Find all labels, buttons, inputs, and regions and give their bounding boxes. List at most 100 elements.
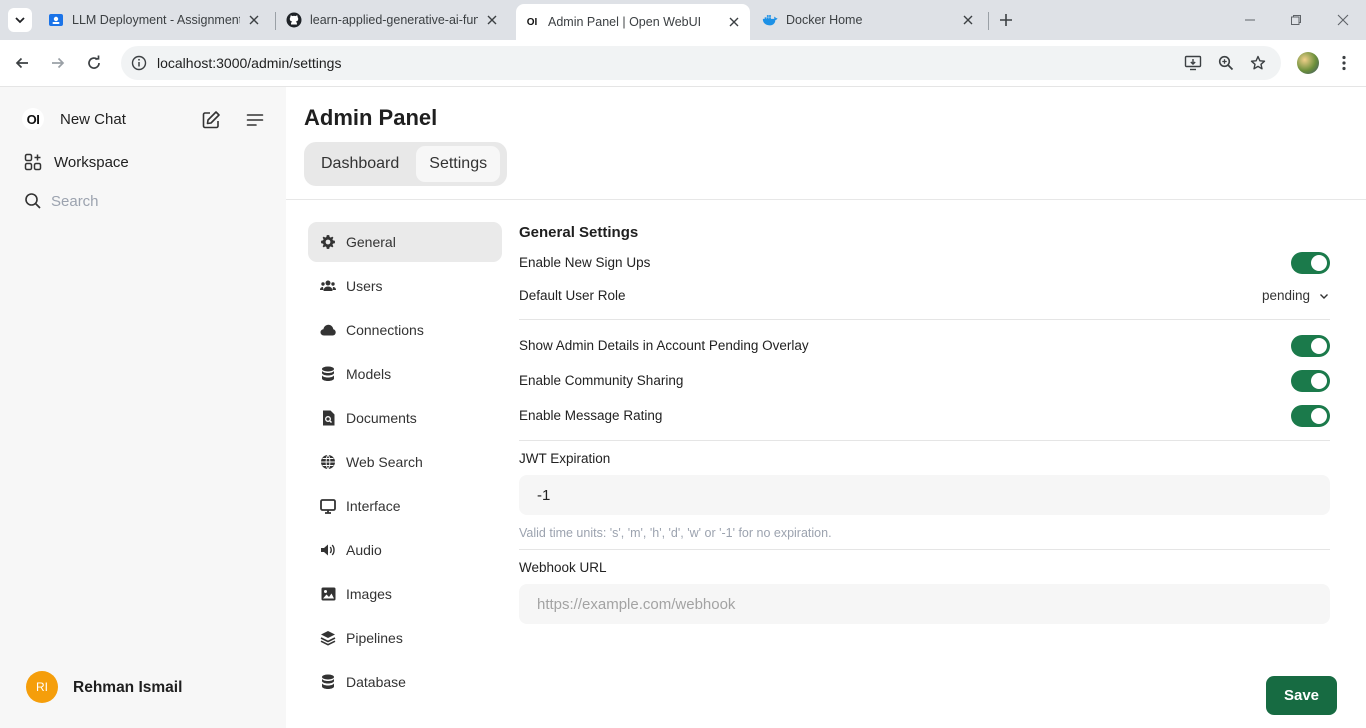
close-window-button[interactable]: [1331, 8, 1355, 32]
settings-nav-label: Models: [346, 366, 392, 382]
settings-nav-images[interactable]: Images: [308, 574, 502, 614]
section-title: General Settings: [519, 224, 639, 241]
avatar[interactable]: RI: [26, 671, 58, 703]
webhook-url-input[interactable]: https://example.com/webhook: [519, 584, 1330, 624]
close-tab-icon[interactable]: [726, 14, 742, 30]
jwt-expiration-input[interactable]: -1: [519, 475, 1330, 515]
workspace-label: Workspace: [54, 153, 129, 171]
chevron-down-icon: [15, 17, 25, 24]
speaker-icon: [320, 542, 336, 558]
address-bar[interactable]: localhost:3000/admin/settings: [121, 46, 1281, 80]
browser-tab-admin-panel[interactable]: OI Admin Panel | Open WebUI: [516, 4, 750, 40]
settings-nav-label: Users: [346, 278, 383, 294]
tab-search-dropdown-button[interactable]: [8, 8, 32, 32]
main-content: Admin Panel Dashboard Settings General U…: [286, 87, 1366, 728]
close-tab-icon[interactable]: [484, 12, 500, 28]
browser-tab-llm-deployment[interactable]: LLM Deployment - Assignment: [40, 0, 270, 40]
install-app-icon[interactable]: [1183, 53, 1203, 73]
user-name[interactable]: Rehman Ismail: [73, 679, 182, 697]
sidebar-search[interactable]: Search: [22, 190, 99, 212]
settings-nav: General Users Connections Models Documen…: [308, 222, 502, 706]
back-button[interactable]: [10, 51, 34, 75]
tab-title: Admin Panel | Open WebUI: [548, 15, 702, 29]
restore-icon: [1291, 15, 1301, 25]
webhook-url-label: Webhook URL: [519, 560, 607, 575]
tab-title: learn-applied-generative-ai-fun: [310, 13, 478, 27]
setting-enable-signups: Enable New Sign Ups: [519, 246, 1330, 279]
browser-menu-button[interactable]: [1334, 51, 1354, 75]
settings-nav-label: General: [346, 234, 396, 250]
open-webui-icon: OI: [526, 16, 538, 28]
bookmark-star-icon[interactable]: [1248, 53, 1268, 73]
cloud-icon: [320, 322, 336, 338]
reload-button[interactable]: [82, 51, 106, 75]
settings-nav-pipelines[interactable]: Pipelines: [308, 618, 502, 658]
browser-tab-github[interactable]: learn-applied-generative-ai-fun: [278, 0, 508, 40]
settings-nav-label: Interface: [346, 498, 401, 514]
edit-icon[interactable]: [200, 109, 222, 131]
restore-window-button[interactable]: [1284, 8, 1308, 32]
github-icon: [286, 12, 302, 28]
settings-nav-label: Images: [346, 586, 392, 602]
tab-title: Docker Home: [786, 13, 863, 27]
more-vertical-icon: [1342, 55, 1346, 71]
document-search-icon: [320, 410, 336, 426]
tab-title: LLM Deployment - Assignment: [72, 13, 240, 27]
settings-nav-interface[interactable]: Interface: [308, 486, 502, 526]
new-chat-button[interactable]: OI New Chat: [22, 108, 126, 130]
community-sharing-toggle[interactable]: [1291, 369, 1330, 392]
settings-nav-database[interactable]: Database: [308, 662, 502, 702]
default-role-select[interactable]: pending: [1262, 288, 1330, 303]
settings-nav-label: Documents: [346, 410, 417, 426]
message-rating-toggle[interactable]: [1291, 404, 1330, 427]
setting-show-admin-details: Show Admin Details in Account Pending Ov…: [519, 328, 1330, 363]
setting-community-sharing: Enable Community Sharing: [519, 363, 1330, 398]
close-tab-icon[interactable]: [960, 12, 976, 28]
settings-nav-models[interactable]: Models: [308, 354, 502, 394]
minimize-icon: [1245, 19, 1255, 21]
settings-nav-documents[interactable]: Documents: [308, 398, 502, 438]
settings-nav-connections[interactable]: Connections: [308, 310, 502, 350]
reload-icon: [88, 55, 100, 69]
search-icon: [22, 190, 44, 212]
profile-avatar[interactable]: [1297, 52, 1319, 74]
tab-settings[interactable]: Settings: [416, 146, 501, 182]
browser-tab-bar: LLM Deployment - Assignment learn-applie…: [0, 0, 1366, 40]
settings-nav-web-search[interactable]: Web Search: [308, 442, 502, 482]
forward-button[interactable]: [46, 51, 70, 75]
google-classroom-icon: [48, 12, 64, 28]
settings-nav-label: Pipelines: [346, 630, 403, 646]
page-title: Admin Panel: [304, 105, 438, 130]
site-info-icon[interactable]: [129, 53, 149, 73]
setting-label: Enable Message Rating: [519, 408, 663, 423]
enable-signups-toggle[interactable]: [1291, 251, 1330, 274]
show-admin-details-toggle[interactable]: [1291, 334, 1330, 357]
setting-label: Enable New Sign Ups: [519, 255, 651, 270]
setting-label: Enable Community Sharing: [519, 373, 684, 388]
settings-nav-label: Web Search: [346, 454, 423, 470]
monitor-icon: [320, 498, 336, 514]
tab-dashboard[interactable]: Dashboard: [308, 146, 412, 182]
minimize-window-button[interactable]: [1238, 8, 1262, 32]
new-tab-button[interactable]: [996, 10, 1016, 30]
browser-toolbar: localhost:3000/admin/settings: [0, 40, 1366, 87]
jwt-expiration-hint: Valid time units: 's', 'm', 'h', 'd', 'w…: [519, 526, 832, 540]
general-settings: General Settings Enable New Sign Ups Def…: [519, 222, 1330, 624]
settings-nav-general[interactable]: General: [308, 222, 502, 262]
gear-icon: [320, 234, 336, 250]
admin-tabs: Dashboard Settings: [304, 142, 507, 186]
sidebar-menu-icon[interactable]: [244, 109, 266, 131]
browser-tab-docker[interactable]: Docker Home: [754, 0, 984, 40]
settings-nav-audio[interactable]: Audio: [308, 530, 502, 570]
arrow-right-icon: [52, 57, 65, 69]
close-tab-icon[interactable]: [246, 12, 262, 28]
zoom-icon[interactable]: [1216, 53, 1236, 73]
globe-icon: [320, 454, 336, 470]
database-icon: [320, 674, 336, 690]
settings-nav-users[interactable]: Users: [308, 266, 502, 306]
workspace-grid-icon: [22, 151, 44, 173]
database-icon: [320, 366, 336, 382]
save-button[interactable]: Save: [1266, 676, 1337, 715]
search-placeholder[interactable]: Search: [51, 193, 99, 210]
workspace-link[interactable]: Workspace: [22, 151, 129, 173]
